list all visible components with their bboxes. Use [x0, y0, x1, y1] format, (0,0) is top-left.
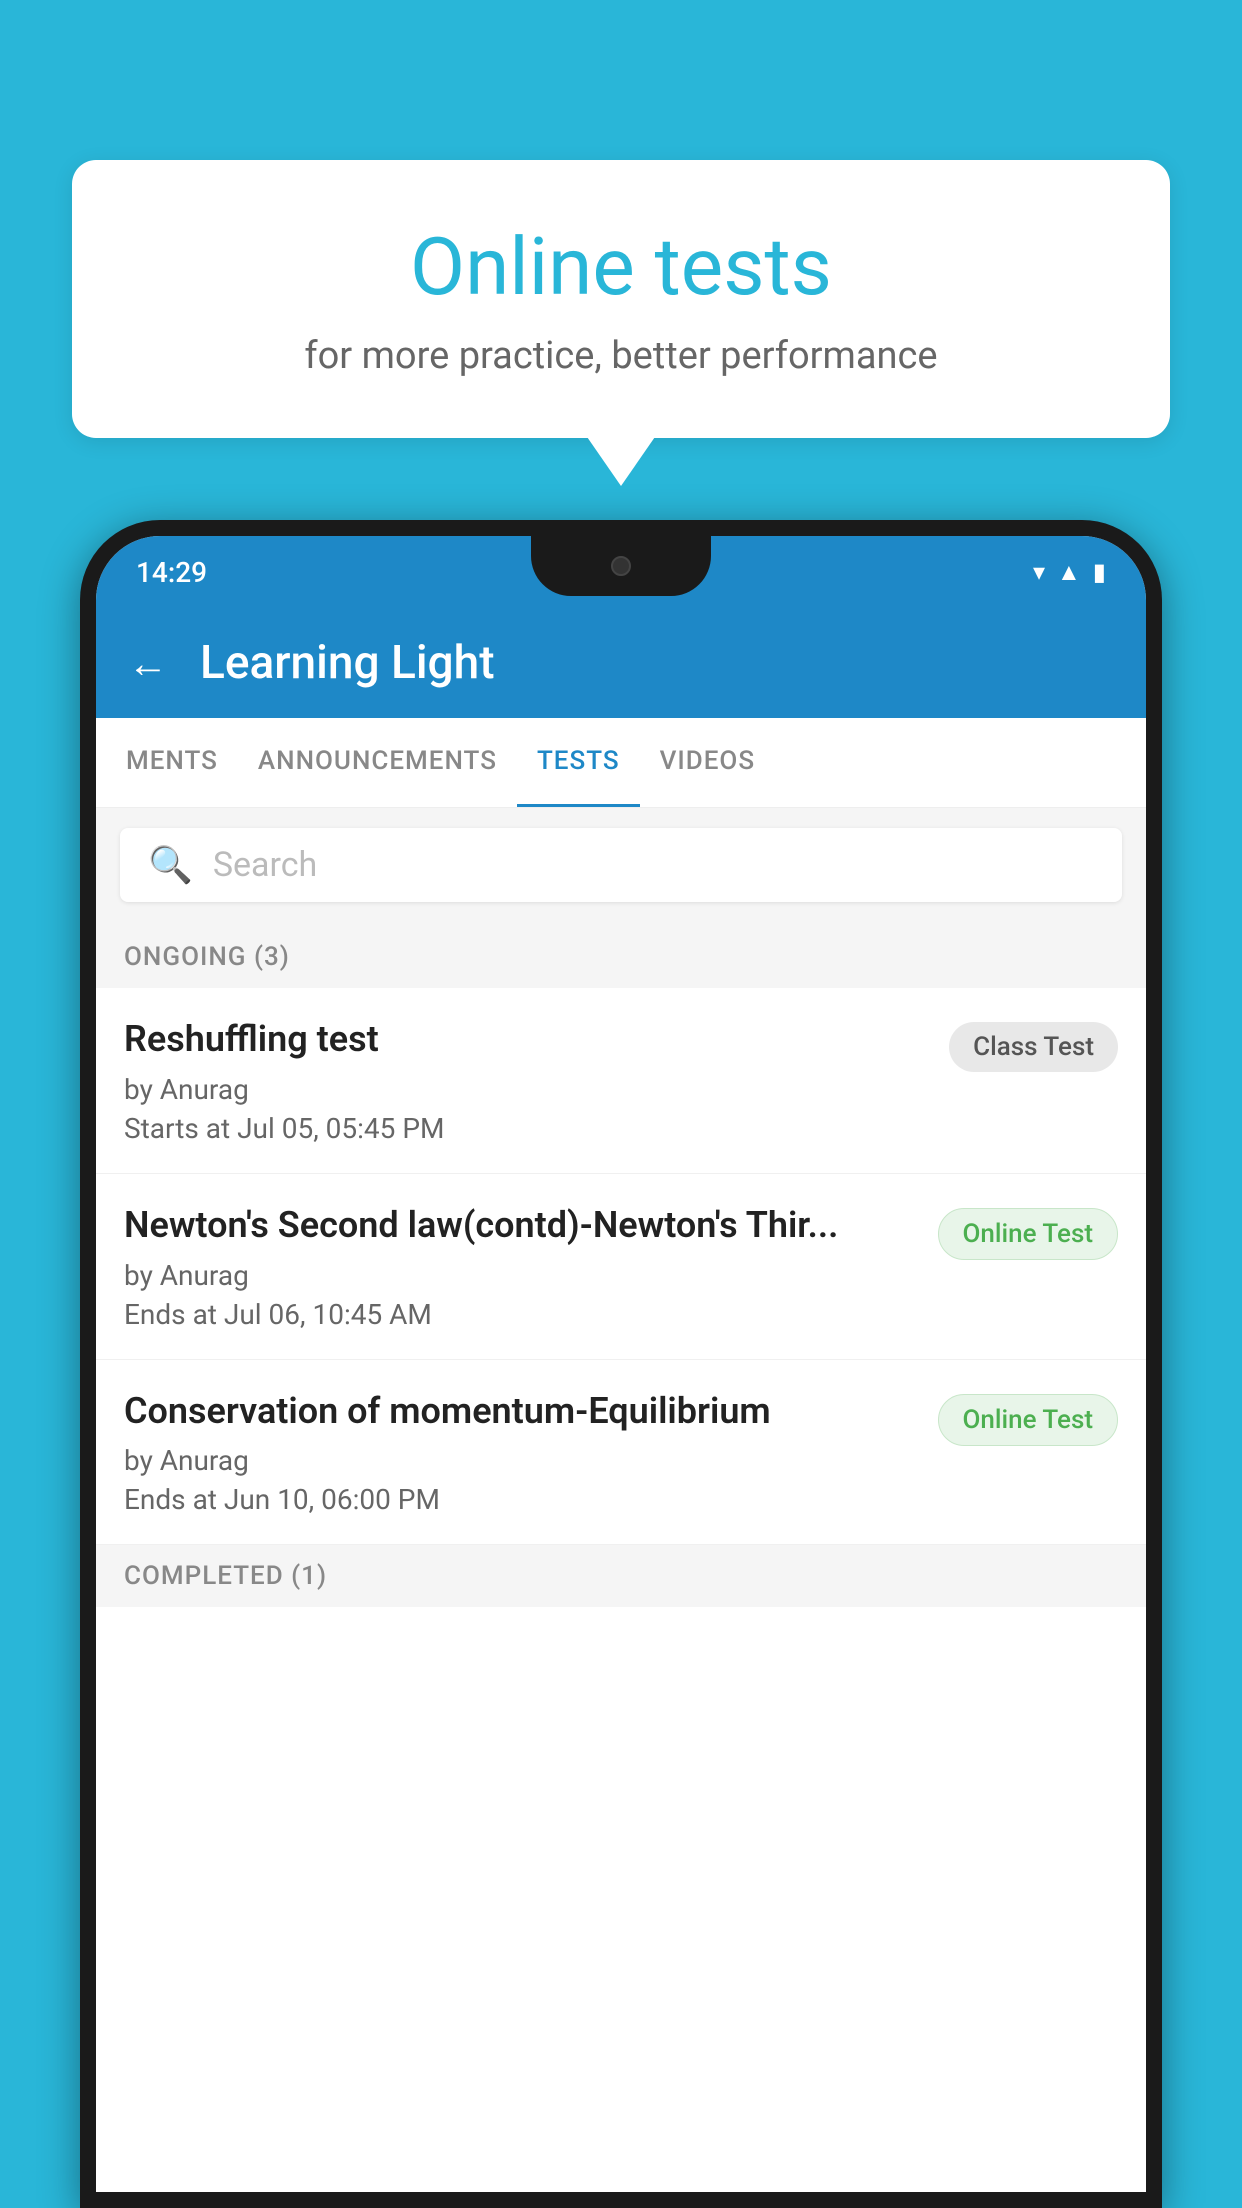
- battery-icon: ▮: [1093, 558, 1106, 586]
- back-button[interactable]: ←: [128, 640, 168, 687]
- app-title: Learning Light: [200, 636, 495, 690]
- tab-videos[interactable]: VIDEOS: [640, 718, 775, 807]
- test-by: by Anurag: [124, 1444, 918, 1477]
- search-icon: 🔍: [148, 844, 193, 886]
- test-item[interactable]: Newton's Second law(contd)-Newton's Thir…: [96, 1174, 1146, 1360]
- test-item[interactable]: Conservation of momentum-Equilibrium by …: [96, 1360, 1146, 1546]
- test-by: by Anurag: [124, 1073, 929, 1106]
- bubble-title: Online tests: [112, 220, 1130, 314]
- phone-screen: 14:29 ▾ ▲ ▮ ← Learning Light MENTS ANNOU…: [96, 536, 1146, 2192]
- app-bar: ← Learning Light: [96, 608, 1146, 718]
- speech-bubble: Online tests for more practice, better p…: [72, 160, 1170, 438]
- completed-title: COMPLETED (1): [124, 1561, 327, 1591]
- camera-dot: [611, 556, 631, 576]
- test-time: Ends at Jun 10, 06:00 PM: [124, 1483, 918, 1516]
- test-name: Conservation of momentum-Equilibrium: [124, 1388, 918, 1435]
- test-time: Ends at Jul 06, 10:45 AM: [124, 1298, 918, 1331]
- test-by: by Anurag: [124, 1259, 918, 1292]
- test-info: Reshuffling test by Anurag Starts at Jul…: [124, 1016, 929, 1145]
- tab-announcements[interactable]: ANNOUNCEMENTS: [238, 718, 517, 807]
- test-name: Reshuffling test: [124, 1016, 929, 1063]
- bubble-subtitle: for more practice, better performance: [112, 334, 1130, 378]
- test-info: Newton's Second law(contd)-Newton's Thir…: [124, 1202, 918, 1331]
- search-box[interactable]: 🔍 Search: [120, 828, 1122, 902]
- status-bar: 14:29 ▾ ▲ ▮: [96, 536, 1146, 608]
- test-badge-class: Class Test: [949, 1022, 1118, 1072]
- ongoing-section-header: ONGOING (3): [96, 922, 1146, 988]
- search-container: 🔍 Search: [96, 808, 1146, 922]
- phone-frame: 14:29 ▾ ▲ ▮ ← Learning Light MENTS ANNOU…: [80, 520, 1162, 2208]
- ongoing-section-title: ONGOING (3): [124, 942, 290, 972]
- tests-list: Reshuffling test by Anurag Starts at Jul…: [96, 988, 1146, 1545]
- test-item[interactable]: Reshuffling test by Anurag Starts at Jul…: [96, 988, 1146, 1174]
- tab-ments[interactable]: MENTS: [106, 718, 238, 807]
- tabs-bar: MENTS ANNOUNCEMENTS TESTS VIDEOS: [96, 718, 1146, 808]
- search-input[interactable]: Search: [213, 845, 317, 885]
- test-badge-online-2: Online Test: [938, 1394, 1119, 1446]
- status-time: 14:29: [136, 556, 207, 589]
- completed-section: COMPLETED (1): [96, 1545, 1146, 1607]
- test-info: Conservation of momentum-Equilibrium by …: [124, 1388, 918, 1517]
- signal-icon: ▲: [1057, 558, 1081, 587]
- notch: [531, 536, 711, 596]
- status-icons: ▾ ▲ ▮: [1033, 558, 1106, 587]
- test-time: Starts at Jul 05, 05:45 PM: [124, 1112, 929, 1145]
- wifi-icon: ▾: [1033, 558, 1045, 586]
- test-name: Newton's Second law(contd)-Newton's Thir…: [124, 1202, 918, 1249]
- test-badge-online: Online Test: [938, 1208, 1119, 1260]
- tab-tests[interactable]: TESTS: [517, 718, 640, 807]
